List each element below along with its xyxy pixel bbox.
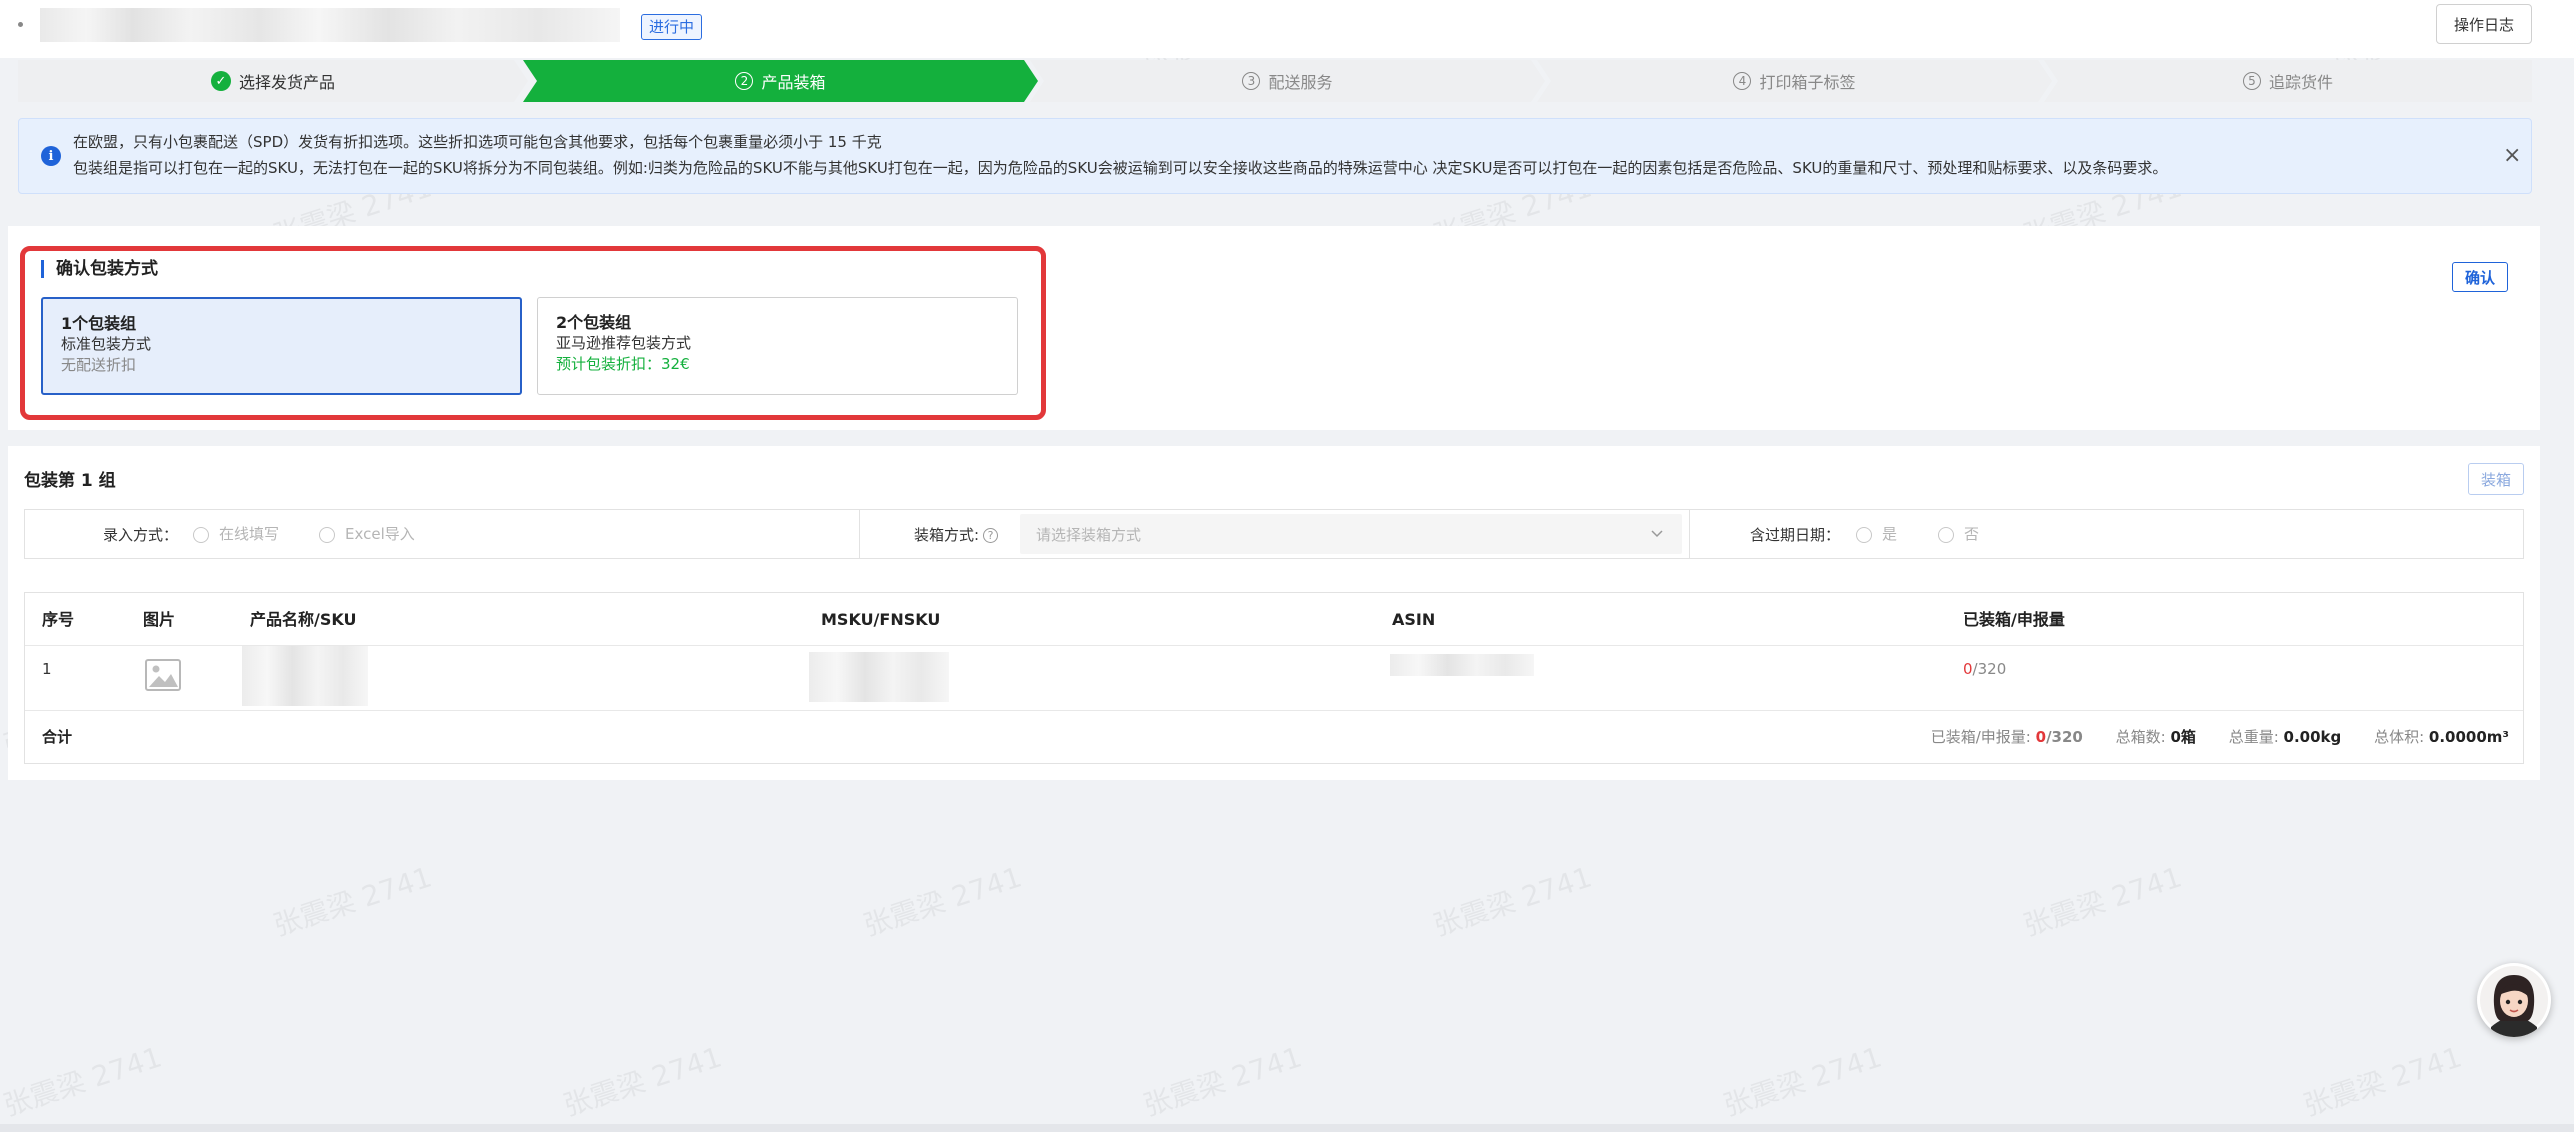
packing-option-2-groups[interactable]: 2个包装组 亚马逊推荐包装方式 预计包装折扣：32€ [537, 297, 1018, 395]
packed-label: 已装箱/申报量: [1930, 728, 2031, 746]
expiry-label: 含过期日期： [1750, 526, 1841, 544]
summary-totals: 已装箱/申报量: 0/320 总箱数: 0箱 总重量: 0.00kg 总体积: … [1903, 711, 2509, 764]
help-icon[interactable]: ? [983, 528, 999, 543]
col-packed-declared: 已装箱/申报量 [1963, 610, 2065, 629]
col-image: 图片 [143, 610, 176, 629]
option-note: 无配送折扣 [61, 356, 137, 374]
packing-option-1-group[interactable]: 1个包装组 标准包装方式 无配送折扣 [41, 297, 522, 395]
msku-redacted [809, 652, 949, 702]
step-number: 5 [2242, 72, 2261, 90]
step-print-box-labels[interactable]: 4 打印箱子标签 [1537, 60, 2052, 102]
packing-method-title: 确认包装方式 [41, 260, 158, 278]
check-icon: ✓ [210, 71, 231, 91]
close-icon[interactable]: × [2503, 143, 2521, 168]
watermark: 张震梁 2741 [859, 860, 1026, 943]
option-title: 1个包装组 [61, 314, 137, 333]
weight-label: 总重量: [2228, 728, 2279, 746]
step-label: 产品装箱 [761, 73, 826, 92]
expiry-no-radio[interactable]: 否 [1938, 523, 1979, 544]
box-method-select[interactable]: 请选择装箱方式 [1020, 514, 1682, 554]
watermark: 张震梁 2741 [1139, 1040, 1306, 1123]
declared-total: /320 [2046, 728, 2083, 746]
step-label: 打印箱子标签 [1759, 73, 1856, 92]
entry-method-field: 录入方式： 在线填写 Excel导入 [25, 510, 860, 558]
confirm-button[interactable]: 确认 [2452, 262, 2508, 292]
avatar-icon [2480, 966, 2548, 1037]
col-product-name: 产品名称/SKU [250, 610, 357, 629]
bottom-divider [0, 1124, 2574, 1132]
watermark: 张震梁 2741 [559, 1040, 726, 1123]
step-number: 4 [1733, 72, 1752, 90]
box-method-label: 装箱方式: [914, 526, 980, 544]
info-notice: i 在欧盟，只有小包裹配送（SPD）发货有折扣选项。这些折扣选项可能包含其他要求… [18, 118, 2532, 194]
notice-text-line2: 包装组是指可以打包在一起的SKU，无法打包在一起的SKU将拆分为不同包装组。例如… [73, 159, 2168, 177]
entry-online-radio[interactable]: 在线填写 [193, 523, 279, 544]
option-title: 2个包装组 [556, 313, 632, 332]
boxes-total: 0箱 [2170, 728, 2196, 746]
entry-method-label: 录入方式： [103, 526, 179, 544]
declared-count: /320 [1972, 660, 2007, 678]
option-subtitle: 亚马逊推荐包装方式 [556, 334, 692, 352]
step-delivery-service[interactable]: 3 配送服务 [1030, 60, 1545, 102]
boxes-label: 总箱数: [2115, 728, 2166, 746]
group-title: 包装第 1 组 [24, 471, 116, 491]
step-label: 配送服务 [1268, 73, 1333, 92]
radio-label: Excel导入 [345, 525, 415, 543]
step-select-products[interactable]: ✓ 选择发货产品 [18, 60, 528, 102]
chevron-down-icon [1651, 530, 1663, 538]
radio-label: 否 [1964, 525, 1980, 543]
row-index: 1 [42, 660, 52, 678]
product-table: 序号 图片 产品名称/SKU MSKU/FNSKU ASIN 已装箱/申报量 1… [24, 592, 2524, 764]
expiry-date-field: 含过期日期： 是 否 [1690, 510, 2523, 558]
watermark: 张震梁 2741 [2019, 860, 2186, 943]
expiry-yes-radio[interactable]: 是 [1856, 523, 1897, 544]
radio-label: 在线填写 [219, 525, 280, 543]
image-placeholder-icon [145, 659, 181, 691]
step-track-shipment[interactable]: 5 追踪货件 [2044, 60, 2532, 102]
step-number: 2 [735, 72, 754, 90]
table-header: 序号 图片 产品名称/SKU MSKU/FNSKU ASIN 已装箱/申报量 [25, 593, 2523, 646]
box-method-field: 装箱方式:? 请选择装箱方式 [860, 510, 1690, 558]
option-discount: 预计包装折扣：32€ [556, 355, 690, 373]
step-label: 追踪货件 [2268, 73, 2333, 92]
pack-button[interactable]: 装箱 [2468, 463, 2524, 495]
product-name-redacted [242, 646, 368, 706]
packed-count: 0 [1963, 660, 1973, 678]
col-msku-fnsku: MSKU/FNSKU [821, 610, 941, 629]
summary-label: 合计 [42, 728, 73, 746]
step-number: 3 [1242, 72, 1261, 90]
operation-log-button[interactable]: 操作日志 [2436, 4, 2532, 44]
col-asin: ASIN [1392, 610, 1436, 629]
top-bar: 进行中 操作日志 [0, 0, 2574, 58]
status-badge: 进行中 [641, 14, 703, 40]
volume-total: 0.0000m³ [2428, 728, 2509, 746]
radio-label: 是 [1882, 525, 1898, 543]
table-summary-row: 合计 已装箱/申报量: 0/320 总箱数: 0箱 总重量: 0.00kg 总体… [25, 711, 2523, 764]
row-packed-declared: 0/320 [1963, 649, 2006, 689]
volume-label: 总体积: [2374, 728, 2425, 746]
watermark: 张震梁 2741 [269, 860, 436, 943]
step-product-packing[interactable]: 2 产品装箱 [523, 60, 1038, 102]
info-icon: i [41, 146, 61, 166]
select-placeholder: 请选择装箱方式 [1036, 526, 1142, 544]
watermark: 张震梁 2741 [1429, 860, 1596, 943]
entry-excel-radio[interactable]: Excel导入 [319, 523, 415, 544]
packed-total: 0 [2035, 728, 2047, 746]
progress-steps: ✓ 选择发货产品 2 产品装箱 3 配送服务 4 打印箱子标签 5 追踪货件 [18, 60, 2532, 102]
step-label: 选择发货产品 [238, 73, 335, 92]
assistant-avatar[interactable] [2477, 963, 2551, 1037]
weight-total: 0.00kg [2283, 728, 2342, 746]
option-subtitle: 标准包装方式 [61, 335, 152, 353]
col-index: 序号 [42, 610, 75, 629]
notice-text-line1: 在欧盟，只有小包裹配送（SPD）发货有折扣选项。这些折扣选项可能包含其他要求，包… [73, 133, 882, 151]
group-form: 录入方式： 在线填写 Excel导入 装箱方式:? 请选择装箱方式 含过期日期：… [24, 509, 2524, 559]
title-bullet [18, 22, 23, 27]
watermark: 张震梁 2741 [2299, 1040, 2466, 1123]
shipment-title-redacted [40, 8, 620, 42]
table-row[interactable]: 1 0/320 [25, 646, 2523, 711]
asin-redacted [1390, 654, 1534, 676]
watermark: 张震梁 2741 [1719, 1040, 1886, 1123]
watermark: 张震梁 2741 [0, 1040, 166, 1123]
